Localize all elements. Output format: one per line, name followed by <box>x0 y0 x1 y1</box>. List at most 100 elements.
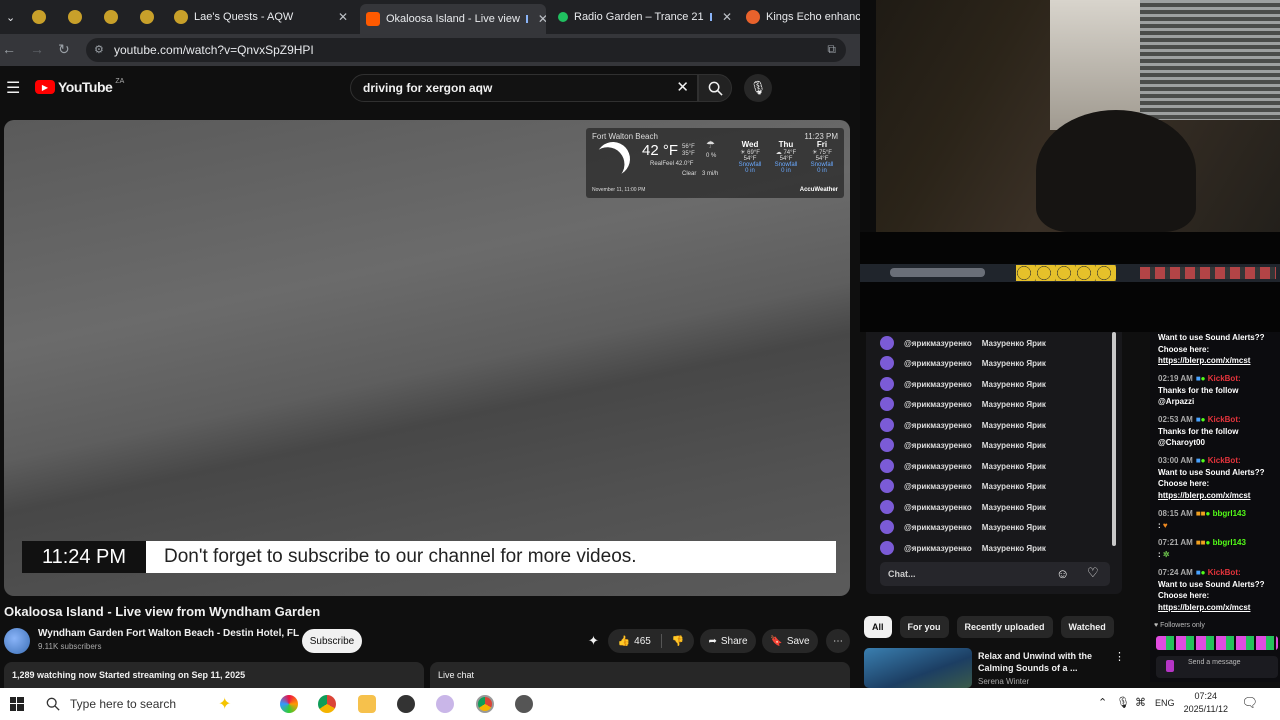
chat-message: @ярикмазуренко Мазуренко Ярик <box>880 356 1046 370</box>
share-button[interactable]: ➦ Share <box>700 629 756 653</box>
youtube-favicon-icon <box>366 12 380 26</box>
emote-picker-icon[interactable] <box>1166 660 1174 672</box>
tab-radio-garden[interactable]: Radio Garden – Trance 21 ✕ <box>552 4 738 30</box>
save-button[interactable]: 🔖 Save <box>762 629 818 653</box>
chat-message: @ярикмазуренко Мазуренко Ярик <box>880 377 1046 391</box>
voice-search-button[interactable]: 🎙 <box>744 74 772 102</box>
tab-label: Kings Echo enhancem <box>766 11 860 23</box>
avatar <box>880 459 894 473</box>
search-icon <box>708 81 723 96</box>
chat-message: 07:21 AM ■■● bbgrl143 : ✲ <box>1158 538 1246 559</box>
kick-chat-input[interactable]: Send a message <box>1156 656 1278 678</box>
obs-icon[interactable] <box>397 695 415 713</box>
chat-username[interactable]: KickBot: <box>1208 456 1241 465</box>
search-input[interactable]: driving for xergon aqw ✕ <box>350 74 698 102</box>
back-arrow-icon[interactable]: ← <box>2 41 16 57</box>
more-actions-button[interactable]: ⋯ <box>826 629 850 653</box>
chat-input[interactable]: Chat... <box>880 562 1110 586</box>
thumbs-up-icon[interactable]: 👍 <box>618 636 630 647</box>
chrome-icon[interactable] <box>318 695 336 713</box>
youtube-play-icon: ▶ <box>35 80 55 94</box>
bot-badge-icon: ● <box>1200 456 1206 465</box>
heart-icon[interactable]: ♡ <box>1087 565 1099 581</box>
subscriber-count: 9.11K subscribers <box>38 642 102 651</box>
windows-start-icon[interactable] <box>10 697 24 711</box>
tab-pinned-3[interactable] <box>98 4 128 30</box>
recommended-video[interactable]: Relax and Unwind with the Calming Sounds … <box>864 648 1134 688</box>
like-count[interactable]: 465 <box>634 636 651 647</box>
taskbar-clock[interactable]: 07:24 2025/11/12 <box>1184 690 1228 716</box>
tab-pinned-1[interactable] <box>26 4 56 30</box>
youtube-logo[interactable]: ▶ YouTube ZA <box>35 78 124 95</box>
chat-username[interactable]: KickBot: <box>1208 415 1241 424</box>
video-thumbnail[interactable] <box>864 648 972 688</box>
file-explorer-icon[interactable] <box>358 695 376 713</box>
chip-all[interactable]: All <box>864 616 892 638</box>
game-chat-input[interactable] <box>890 268 985 277</box>
channel-name[interactable]: Wyndham Garden Fort Walton Beach - Desti… <box>38 628 299 639</box>
chat-link[interactable]: https://blerp.com/x/mcst <box>1158 602 1276 614</box>
game-launcher-icon[interactable] <box>515 695 533 713</box>
more-vertical-icon[interactable]: ⋮ <box>1114 650 1125 663</box>
show-hidden-icons-chevron[interactable]: ⌃ <box>1098 696 1107 709</box>
copilot-icon[interactable] <box>280 695 298 713</box>
tab-laes-quests[interactable]: Lae's Quests - AQW ✕ <box>168 4 354 30</box>
chip-recently-uploaded[interactable]: Recently uploaded <box>956 616 1053 638</box>
chat-link[interactable]: https://blerp.com/x/mcst <box>1158 355 1276 367</box>
video-description-box[interactable]: 1,289 watching now Started streaming on … <box>4 662 424 690</box>
chat-username[interactable]: bbgrl143 <box>1213 509 1246 518</box>
chat-username[interactable]: bbgrl143 <box>1213 538 1246 547</box>
menu-hamburger-icon[interactable]: ☰ <box>6 78 20 98</box>
recommended-author[interactable]: Serena Winter <box>978 677 1029 686</box>
clear-search-icon[interactable]: ✕ <box>676 75 689 101</box>
chrome-profile-icon[interactable] <box>476 695 494 713</box>
chat-username[interactable]: KickBot: <box>1208 568 1241 577</box>
tab-pinned-4[interactable] <box>134 4 164 30</box>
microphone-icon: 🎙 <box>749 80 767 95</box>
creator-badge-icon[interactable]: ✦ <box>588 633 599 649</box>
close-tab-icon[interactable]: ✕ <box>538 12 546 26</box>
avatar <box>880 356 894 370</box>
game-menu-icons[interactable] <box>1140 267 1276 279</box>
microphone-icon[interactable]: 🎙 <box>1116 696 1130 709</box>
chip-watched[interactable]: Watched <box>1060 616 1114 638</box>
subscribe-button[interactable]: Subscribe <box>302 629 362 653</box>
current-temperature: 42 °F <box>642 142 679 159</box>
thumbs-down-icon[interactable]: 👎 <box>672 636 684 647</box>
chat-message: 02:53 AM ■● KickBot: Thanks for the follo… <box>1158 415 1241 447</box>
recommended-title[interactable]: Relax and Unwind with the Calming Sounds … <box>978 650 1092 674</box>
site-info-icon[interactable]: ⚙ <box>94 43 104 56</box>
video-title: Okaloosa Island - Live view from Wyndham… <box>4 604 321 619</box>
search-button[interactable] <box>698 74 732 102</box>
tab-pinned-2[interactable] <box>62 4 92 30</box>
language-indicator[interactable]: ENG <box>1155 698 1175 708</box>
sparkle-icon: ✦ <box>218 696 232 713</box>
tab-okaloosa-island[interactable]: Okaloosa Island - Live view ✕ <box>360 4 546 34</box>
notification-icon[interactable]: 🗨 <box>1241 695 1258 711</box>
close-tab-icon[interactable]: ✕ <box>722 10 732 24</box>
game-skill-icons[interactable] <box>1016 265 1116 281</box>
video-player[interactable]: Fort Walton Beach 11:23 PM 42 °F 56°F 35… <box>4 120 850 596</box>
network-icon[interactable]: ⌘ <box>1135 696 1146 709</box>
sub-badge-icon: ■■ <box>1195 538 1206 547</box>
app-icon[interactable] <box>436 695 454 713</box>
aqw-favicon-icon <box>174 10 188 24</box>
aqw-favicon-icon <box>140 10 154 24</box>
close-tab-icon[interactable]: ✕ <box>338 10 348 24</box>
tab-list-chevron-icon[interactable]: ⌄ <box>0 4 14 30</box>
install-app-icon[interactable]: ⧉ <box>827 42 836 57</box>
channel-avatar[interactable] <box>4 628 30 654</box>
tab-kings-echo[interactable]: Kings Echo enhancem <box>740 4 860 30</box>
chip-for-you[interactable]: For you <box>899 616 949 638</box>
chat-scrollbar[interactable] <box>1112 332 1116 546</box>
emoji-icon[interactable]: ☺ <box>1056 566 1069 581</box>
chat-panel: @ярикмазуренко Мазуренко Ярик @ярикмазуре… <box>866 332 1122 594</box>
emote-bar[interactable] <box>1156 636 1278 650</box>
address-bar[interactable]: ⚙ youtube.com/watch?v=QnvxSpZ9HPI ⧉ <box>86 38 846 62</box>
bot-badge-icon: ● <box>1200 415 1206 424</box>
forward-arrow-icon[interactable]: → <box>30 41 44 57</box>
chat-link[interactable]: https://blerp.com/x/mcst <box>1158 490 1276 502</box>
reload-icon[interactable]: ↻ <box>58 41 70 58</box>
chat-username[interactable]: KickBot: <box>1208 374 1241 383</box>
live-chat-header[interactable]: Live chat <box>430 662 850 690</box>
